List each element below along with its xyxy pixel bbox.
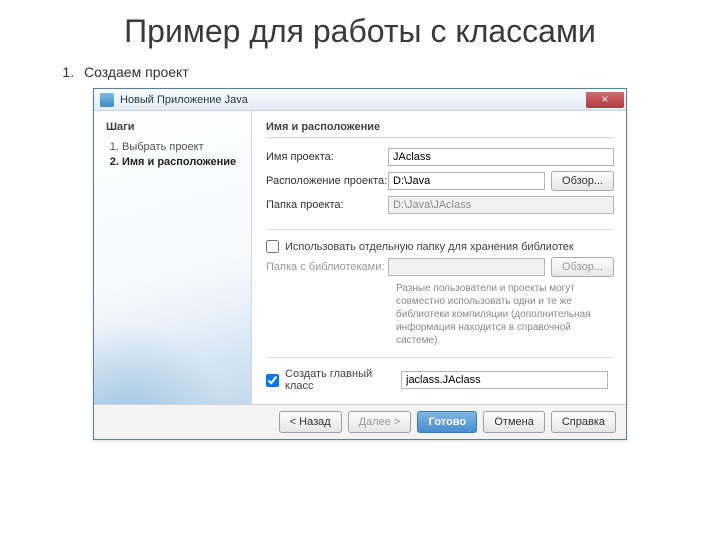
wizard-steps-panel: Шаги Выбрать проект Имя и расположение	[94, 111, 252, 404]
steps-header: Шаги	[106, 121, 241, 133]
next-button: Далее >	[348, 411, 412, 433]
create-main-class-label: Создать главный класс	[285, 368, 401, 392]
dialog-title: Новый Приложение Java	[120, 94, 248, 106]
back-button[interactable]: < Назад	[279, 411, 342, 433]
project-folder-label: Папка проекта:	[266, 199, 388, 211]
new-project-dialog: Новый Приложение Java × Шаги Выбрать про…	[93, 88, 627, 440]
close-icon[interactable]: ×	[586, 92, 624, 108]
wizard-step-1: Выбрать проект	[122, 141, 241, 153]
slide-title: Пример для работы с классами	[0, 12, 720, 50]
finish-button[interactable]: Готово	[417, 411, 477, 433]
lib-help-text: Разные пользователи и проекты могут совм…	[396, 282, 614, 347]
java-app-icon	[100, 93, 114, 107]
use-lib-folder-label: Использовать отдельную папку для хранени…	[285, 241, 574, 253]
project-folder-input	[388, 196, 614, 214]
use-lib-folder-checkbox[interactable]	[266, 240, 279, 253]
project-location-label: Расположение проекта:	[266, 175, 388, 187]
help-button[interactable]: Справка	[551, 411, 616, 433]
wizard-content: Имя и расположение Имя проекта: Располож…	[252, 111, 626, 404]
browse-lib-button: Обзор...	[551, 257, 614, 277]
project-name-input[interactable]	[388, 148, 614, 166]
main-class-input[interactable]	[401, 371, 608, 389]
browse-location-button[interactable]: Обзор...	[551, 171, 614, 191]
project-name-label: Имя проекта:	[266, 151, 388, 163]
project-location-input[interactable]	[388, 172, 545, 190]
step-list: Создаем проект	[60, 64, 720, 80]
lib-folder-label: Папка с библиотеками:	[266, 261, 388, 273]
cancel-button[interactable]: Отмена	[483, 411, 544, 433]
wizard-step-2: Имя и расположение	[122, 156, 241, 168]
dialog-buttons: < Назад Далее > Готово Отмена Справка	[94, 404, 626, 439]
create-main-class-checkbox[interactable]	[266, 374, 279, 387]
slide-step-1: Создаем проект	[78, 64, 720, 80]
dialog-titlebar[interactable]: Новый Приложение Java ×	[94, 89, 626, 111]
lib-folder-input	[388, 258, 545, 276]
section-title: Имя и расположение	[266, 121, 614, 138]
